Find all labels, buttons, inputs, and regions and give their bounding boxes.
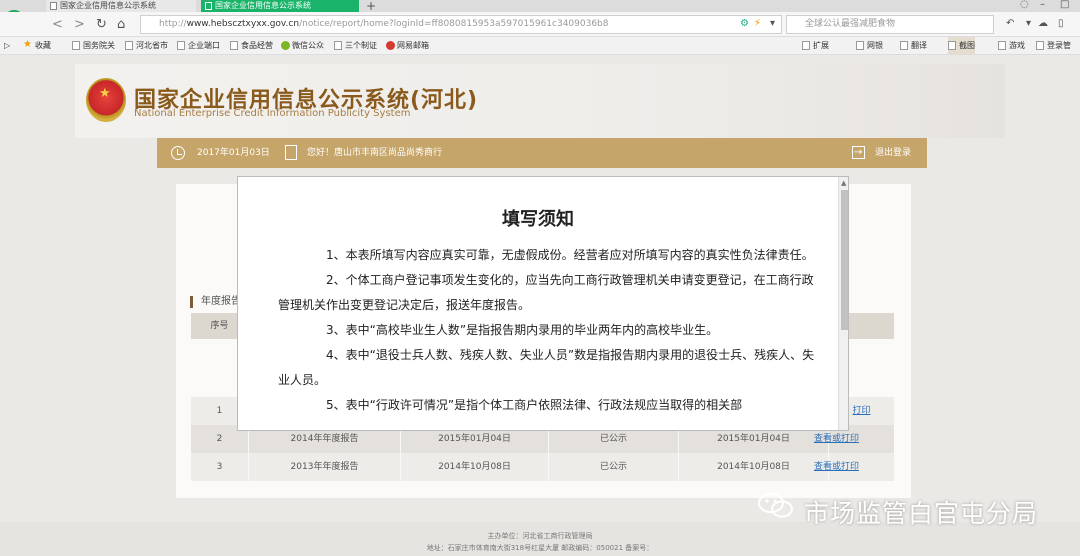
refresh-icon[interactable]: ↻ (96, 17, 107, 32)
browser-tab-1[interactable]: 国家企业信用信息公示系统 (46, 0, 196, 12)
instruction-paragraph: 5、表中“行政许可情况”是指个体工商户依照法律、行政法规应当取得的相关部 (326, 398, 743, 412)
bookmark-item[interactable]: 网易邮箱 (386, 37, 429, 55)
bookmark-item[interactable]: 企业端口 (177, 37, 220, 55)
bookmark-item[interactable]: 食品经营 (230, 37, 273, 55)
cloud-icon[interactable]: ☁ (1038, 18, 1048, 29)
user-info-bar: 2017年01月03日 您好！唐山市丰南区尚品尚秀商行 退出登录 (157, 138, 927, 168)
instruction-paragraph: 2、个体工商户登记事项发生变化的，应当先向工商行政管理机关申请变更登记，在工商行… (278, 273, 814, 312)
grid-icon (802, 41, 810, 50)
instruction-paragraph: 3、表中“高校毕业生人数”是指报告期内录用的毕业两年内的高校毕业生。 (326, 323, 719, 337)
view-print-link[interactable]: 查看或打印 (814, 434, 859, 444)
url-path: /notice/report/home?loginId=ff8080815953… (299, 19, 609, 29)
page-icon (230, 41, 238, 50)
url-host: www.hebscztxyxx.gov.cn (186, 19, 300, 29)
scrollbar-thumb[interactable] (841, 190, 848, 330)
page-icon (334, 41, 342, 50)
undo-icon[interactable]: ↶ (1006, 18, 1014, 29)
back-icon[interactable]: < (52, 17, 63, 32)
bookmark-favorites[interactable]: ★ 收藏 (23, 37, 51, 55)
table-row: 3 2013年年度报告 2014年10月08日 已公示 2014年10月08日 … (191, 453, 894, 481)
maximize-button[interactable]: □ (1060, 0, 1069, 10)
tab-label: 国家企业信用信息公示系统 (215, 1, 311, 10)
netease-icon (386, 41, 395, 50)
star-icon: ★ (23, 39, 32, 50)
screenshot-button[interactable]: 截图 (948, 37, 975, 55)
url-scheme: http:// (159, 19, 187, 29)
view-print-link[interactable]: 查看或打印 (814, 462, 859, 472)
instructions-dialog: 填写须知 1、本表所填写内容应真实可靠，无虚假成份。经营者应对所填写内容的真实性… (237, 176, 849, 431)
page-icon (125, 41, 133, 50)
dialog-body: 1、本表所填写内容应真实可靠，无虚假成份。经营者应对所填写内容的真实性负法律责任… (278, 243, 818, 418)
scroll-up-arrow-icon[interactable]: ▲ (841, 179, 846, 187)
scissors-icon (948, 41, 956, 50)
logout-link[interactable]: 退出登录 (875, 138, 911, 168)
clock-icon (171, 146, 185, 160)
current-date: 2017年01月03日 (197, 148, 270, 158)
submit-date: 2014年10月08日 (401, 453, 549, 481)
logout-icon[interactable] (852, 138, 865, 168)
more-dropdown-icon[interactable]: ▾ (1026, 18, 1031, 29)
watermark-text: 市场监管白官屯分局 (804, 499, 1039, 528)
address-bar: < > ↻ ⌂ http://www.hebscztxyxx.gov.cn/no… (0, 12, 1080, 37)
bookmark-item[interactable]: 河北省市 (125, 37, 168, 55)
status: 已公示 (549, 453, 679, 481)
user-icon (285, 145, 297, 160)
national-emblem-icon (86, 78, 126, 122)
games-button[interactable]: 游戏 (998, 37, 1025, 55)
bookmarks-bar: ▷ ★ 收藏 国务院关 河北省市 企业端口 食品经营 微信公众 三个制证 网易邮箱… (0, 37, 1080, 55)
page-icon (50, 2, 57, 10)
login-manager-button[interactable]: 登录管 (1036, 37, 1071, 55)
browser-tab-2-active[interactable]: 国家企业信用信息公示系统 (201, 0, 359, 12)
translate-icon (900, 41, 908, 50)
forward-icon[interactable]: > (74, 17, 85, 32)
extensions-button[interactable]: 扩展 (802, 37, 829, 55)
minimize-button[interactable]: – (1040, 0, 1045, 10)
tab-bar: 国家企业信用信息公示系统 国家企业信用信息公示系统 + ◌ – □ (0, 0, 1080, 13)
instruction-paragraph: 4、表中“退役士兵人数、残疾人数、失业人员”数是指报告期内录用的退役士兵、残疾人… (278, 348, 815, 387)
bookmark-item[interactable]: 国务院关 (72, 37, 115, 55)
home-icon[interactable]: ⌂ (117, 17, 125, 32)
url-input[interactable]: http://www.hebscztxyxx.gov.cn/notice/rep… (140, 15, 782, 34)
row-index: 3 (191, 453, 249, 481)
skin-icon[interactable]: ◌ (1020, 0, 1029, 10)
site-subtitle: National Enterprise Credit Information P… (134, 108, 411, 119)
view-print-link[interactable]: 打印 (852, 406, 870, 416)
key-icon (1036, 41, 1044, 50)
bank-icon (856, 41, 864, 50)
footer-address: 地址：石家庄市体育南大街318号红星大厦 邮政编码：050021 备案号： (426, 544, 654, 552)
tab-label: 国家企业信用信息公示系统 (60, 1, 156, 10)
wechat-watermark-icon (758, 493, 793, 518)
user-greeting: 您好！唐山市丰南区尚品尚秀商行 (307, 148, 443, 158)
view-print-cell: 查看或打印 (779, 453, 894, 481)
bank-button[interactable]: 网银 (856, 37, 883, 55)
page-icon (177, 41, 185, 50)
footer-sponsor: 主办单位：河北省工商行政管理局 (487, 532, 593, 540)
bookmark-item[interactable]: 微信公众 (281, 37, 324, 55)
search-input[interactable]: 全球公认最强减肥食物 (786, 15, 994, 34)
compat-mode-icon[interactable]: ⚙ (740, 18, 749, 29)
dialog-title: 填写须知 (502, 209, 574, 230)
phone-icon[interactable]: ▯ (1058, 18, 1064, 29)
sidebar-toggle-icon[interactable]: ▷ (4, 37, 10, 55)
wechat-icon (281, 41, 290, 50)
search-placeholder: 全球公认最强减肥食物 (805, 19, 896, 29)
bookmark-item[interactable]: 三个制证 (334, 37, 377, 55)
gamepad-icon (998, 41, 1006, 50)
annual-report-heading: 年度报告 (190, 296, 241, 308)
page-icon (205, 2, 212, 10)
instruction-paragraph: 1、本表所填写内容应真实可靠，无虚假成份。经营者应对所填写内容的真实性负法律责任… (326, 248, 814, 262)
report-name: 2013年年度报告 (249, 453, 401, 481)
translate-button[interactable]: 翻译 (900, 37, 927, 55)
page-icon (72, 41, 80, 50)
speed-icon[interactable]: ⚡ (754, 18, 761, 29)
dialog-scrollbar[interactable]: ▲ (838, 177, 848, 430)
dropdown-icon[interactable]: ▾ (770, 18, 775, 29)
